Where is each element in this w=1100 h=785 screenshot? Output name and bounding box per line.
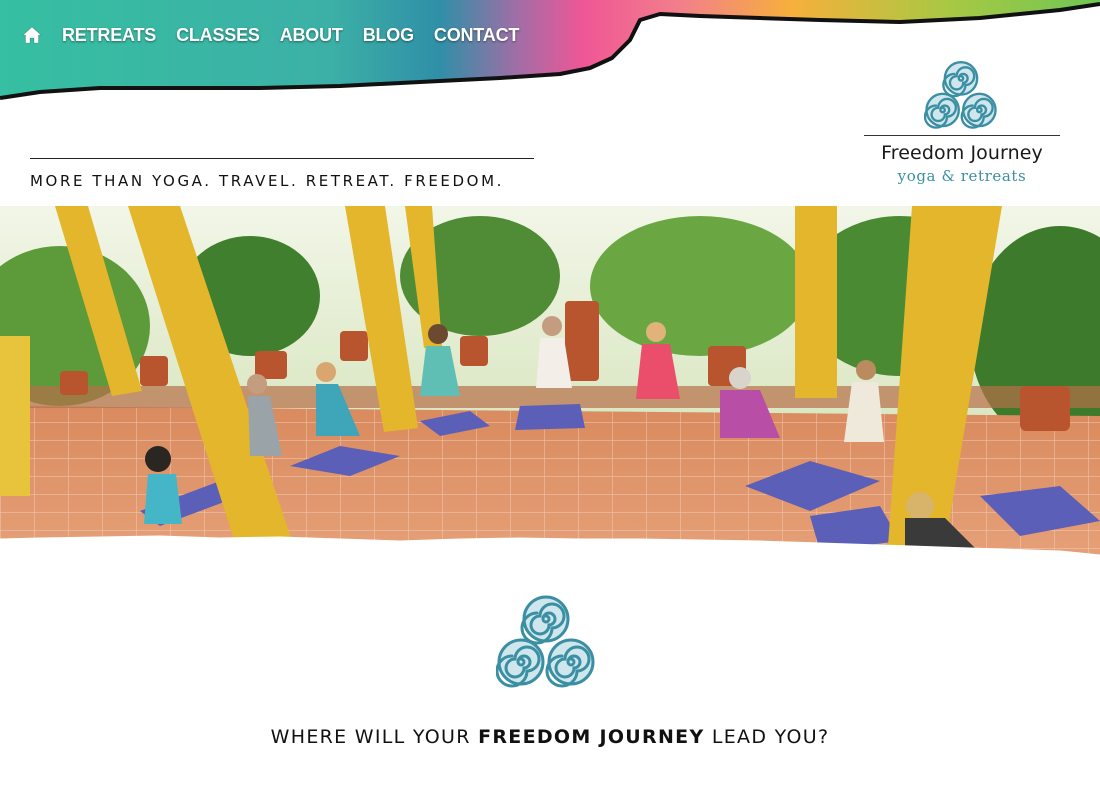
nav-about[interactable]: ABOUT xyxy=(280,25,343,46)
home-icon[interactable] xyxy=(22,25,42,45)
brand-logo[interactable]: Freedom Journey yoga & retreats xyxy=(862,60,1062,190)
triple-spiral-icon xyxy=(924,61,997,129)
main-nav: RETREATS CLASSES ABOUT BLOG CONTACT xyxy=(22,22,539,48)
nav-contact[interactable]: CONTACT xyxy=(434,25,519,46)
cta-emphasis: FREEDOM JOURNEY xyxy=(478,726,705,748)
nav-blog[interactable]: BLOG xyxy=(363,25,414,46)
hero-image xyxy=(0,206,1100,571)
logo-divider xyxy=(864,135,1060,136)
triple-spiral-icon xyxy=(496,595,595,688)
tagline-divider xyxy=(30,158,534,159)
nav-classes[interactable]: CLASSES xyxy=(176,25,260,46)
brand-subtitle: yoga & retreats xyxy=(897,167,1027,185)
cta-prefix: WHERE WILL YOUR xyxy=(270,726,479,748)
nav-retreats[interactable]: RETREATS xyxy=(62,25,156,46)
cta-suffix: LEAD YOU? xyxy=(704,726,830,748)
cta-heading: WHERE WILL YOUR FREEDOM JOURNEY LEAD YOU… xyxy=(0,726,1100,748)
brand-name: Freedom Journey xyxy=(881,142,1043,164)
yoga-class-on-terrace-photo xyxy=(0,206,1100,558)
tagline: MORE THAN YOGA. TRAVEL. RETREAT. FREEDOM… xyxy=(30,172,504,190)
